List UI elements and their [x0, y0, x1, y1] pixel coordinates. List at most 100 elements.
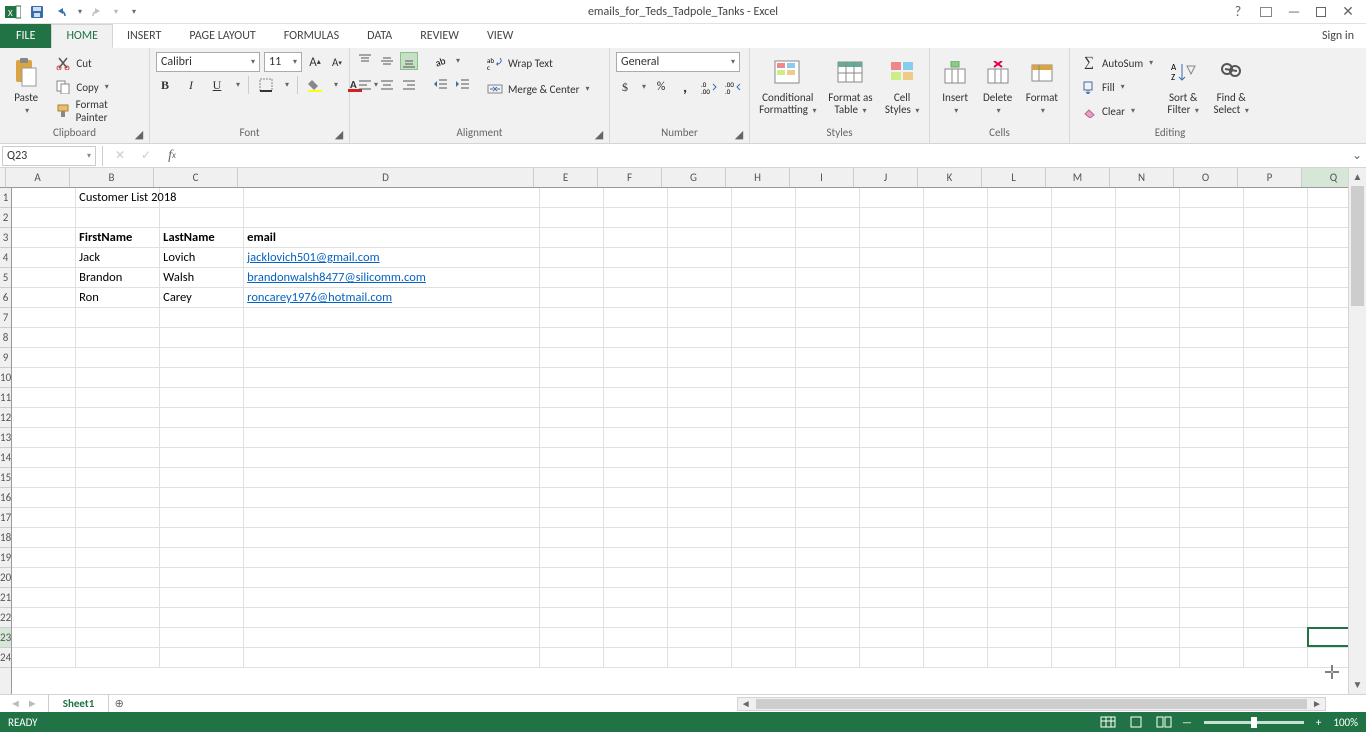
- cell[interactable]: [1180, 548, 1244, 568]
- cell[interactable]: [160, 508, 244, 528]
- qat-customize-icon[interactable]: ▾: [130, 7, 136, 17]
- cell[interactable]: [12, 288, 76, 308]
- cell[interactable]: [860, 628, 924, 648]
- cut-button[interactable]: Cut: [50, 52, 143, 74]
- row-header[interactable]: 15: [0, 468, 11, 488]
- cell[interactable]: [796, 308, 860, 328]
- cell[interactable]: [732, 508, 796, 528]
- tab-review[interactable]: REVIEW: [406, 24, 473, 48]
- cell[interactable]: [860, 528, 924, 548]
- cell[interactable]: [988, 468, 1052, 488]
- page-break-view-icon[interactable]: [1151, 714, 1177, 730]
- cell[interactable]: [796, 328, 860, 348]
- cell[interactable]: Walsh: [160, 268, 244, 288]
- cell[interactable]: [988, 648, 1052, 668]
- cell[interactable]: [1116, 408, 1180, 428]
- cell[interactable]: [76, 488, 160, 508]
- cell[interactable]: [1052, 648, 1116, 668]
- expand-formula-bar-icon[interactable]: ⌄: [1348, 148, 1366, 163]
- cell[interactable]: [1052, 608, 1116, 628]
- row-header[interactable]: 5: [0, 268, 11, 288]
- cell[interactable]: [1052, 548, 1116, 568]
- increase-indent-icon[interactable]: [454, 76, 472, 94]
- cell[interactable]: [668, 288, 732, 308]
- cell[interactable]: [1052, 348, 1116, 368]
- cell[interactable]: [1180, 368, 1244, 388]
- cell[interactable]: [668, 488, 732, 508]
- cell[interactable]: [244, 648, 540, 668]
- cell[interactable]: [76, 468, 160, 488]
- cell[interactable]: [924, 248, 988, 268]
- column-header[interactable]: L: [982, 168, 1046, 187]
- cell[interactable]: [1052, 448, 1116, 468]
- cell[interactable]: [988, 328, 1052, 348]
- cell[interactable]: [12, 488, 76, 508]
- cell[interactable]: [1116, 588, 1180, 608]
- cell[interactable]: [1180, 328, 1244, 348]
- cell[interactable]: [1116, 548, 1180, 568]
- cell[interactable]: [1052, 408, 1116, 428]
- cell[interactable]: [988, 188, 1052, 208]
- cell[interactable]: [1116, 608, 1180, 628]
- cell[interactable]: [732, 368, 796, 388]
- tab-page-layout[interactable]: PAGE LAYOUT: [175, 24, 269, 48]
- cell[interactable]: [12, 268, 76, 288]
- close-icon[interactable]: ✕: [1340, 3, 1356, 20]
- zoom-in-button[interactable]: +: [1312, 716, 1325, 729]
- cell[interactable]: [1244, 408, 1308, 428]
- cell[interactable]: [1180, 288, 1244, 308]
- cell[interactable]: [540, 368, 604, 388]
- comma-format-icon[interactable]: ,: [676, 78, 694, 96]
- cell[interactable]: [732, 248, 796, 268]
- cell[interactable]: [860, 208, 924, 228]
- cell[interactable]: [604, 608, 668, 628]
- cell[interactable]: [924, 448, 988, 468]
- merge-center-button[interactable]: Merge & Center▾: [482, 78, 594, 100]
- cell[interactable]: [540, 348, 604, 368]
- cell[interactable]: jacklovich501@gmail.com: [244, 248, 540, 268]
- cell[interactable]: [604, 568, 668, 588]
- insert-cells-button[interactable]: Insert▾: [936, 52, 974, 118]
- cell[interactable]: [924, 208, 988, 228]
- cell[interactable]: [604, 648, 668, 668]
- cell[interactable]: [1116, 248, 1180, 268]
- cell[interactable]: [988, 608, 1052, 628]
- cell[interactable]: [540, 468, 604, 488]
- cell[interactable]: [12, 528, 76, 548]
- scroll-up-icon[interactable]: ▲: [1349, 168, 1366, 186]
- cell[interactable]: [1244, 348, 1308, 368]
- cell[interactable]: [12, 188, 76, 208]
- cell[interactable]: [732, 328, 796, 348]
- column-header[interactable]: B: [70, 168, 154, 187]
- cell[interactable]: [668, 608, 732, 628]
- cell[interactable]: [924, 548, 988, 568]
- cell[interactable]: [1116, 308, 1180, 328]
- cell[interactable]: [860, 648, 924, 668]
- cell[interactable]: [924, 628, 988, 648]
- cell[interactable]: [76, 388, 160, 408]
- cell[interactable]: [540, 648, 604, 668]
- cell[interactable]: [604, 588, 668, 608]
- cell[interactable]: [1116, 648, 1180, 668]
- cell[interactable]: [860, 248, 924, 268]
- cell[interactable]: [860, 448, 924, 468]
- cell[interactable]: [732, 608, 796, 628]
- cell[interactable]: [732, 568, 796, 588]
- align-top-icon[interactable]: [356, 52, 374, 70]
- cell[interactable]: [860, 468, 924, 488]
- row-header[interactable]: 1: [0, 188, 11, 208]
- cell[interactable]: [988, 548, 1052, 568]
- cell[interactable]: [860, 608, 924, 628]
- cell[interactable]: [604, 268, 668, 288]
- delete-cells-button[interactable]: Delete▾: [978, 52, 1016, 118]
- row-header[interactable]: 9: [0, 348, 11, 368]
- cell[interactable]: [160, 188, 244, 208]
- cell[interactable]: [540, 528, 604, 548]
- cell[interactable]: [12, 228, 76, 248]
- decrease-decimal-icon[interactable]: .00.0: [724, 78, 742, 96]
- cell[interactable]: [1116, 288, 1180, 308]
- page-layout-view-icon[interactable]: [1123, 714, 1149, 730]
- cell[interactable]: [604, 508, 668, 528]
- cell[interactable]: [668, 248, 732, 268]
- cell[interactable]: [244, 488, 540, 508]
